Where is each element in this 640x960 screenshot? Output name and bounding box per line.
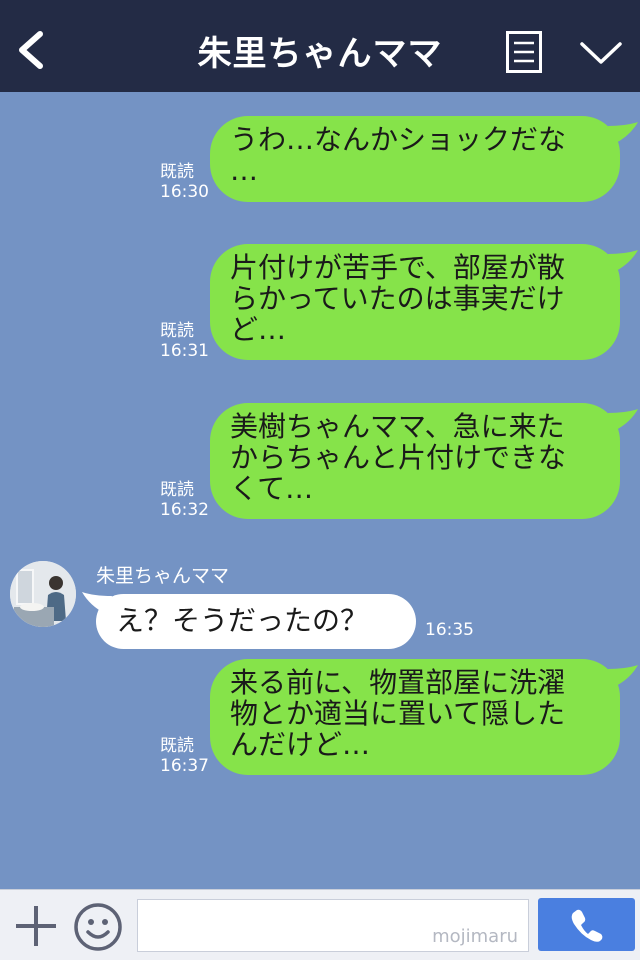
- message-meta: 既読 16:30: [160, 162, 209, 202]
- chevron-down-icon[interactable]: [579, 38, 623, 68]
- message-line: んだけど…: [230, 728, 371, 761]
- message-line: …: [230, 154, 258, 187]
- message-time: 16:35: [425, 620, 474, 640]
- message-meta: 既読 16:31: [160, 321, 209, 361]
- message-line: 来る前に、物置部屋に洗濯: [230, 666, 566, 699]
- message-line: うわ…なんかショックだな: [230, 123, 567, 156]
- message-meta: 既読 16:37: [160, 736, 209, 776]
- message-time: 16:32: [160, 500, 209, 520]
- message-line: 片付けが苦手で、部屋が散: [230, 251, 565, 284]
- message-line: 美樹ちゃんママ、急に来た: [230, 410, 565, 443]
- bubble-tail: [608, 409, 638, 431]
- chat-area[interactable]: 既読 16:30 うわ…なんかショックだな … 既読 16:31 片付けが苦手で…: [0, 92, 640, 889]
- plus-icon[interactable]: [14, 904, 58, 948]
- message-line: らかっていたのは事実だけ: [230, 282, 565, 315]
- call-button[interactable]: [538, 898, 635, 951]
- avatar-photo-icon: [10, 561, 76, 627]
- bubble-tail: [608, 250, 638, 272]
- read-receipt: 既読: [160, 321, 194, 341]
- input-bar: mojimaru: [0, 889, 640, 960]
- outgoing-message[interactable]: うわ…なんかショックだな …: [210, 116, 620, 202]
- chat-header: 朱里ちゃんママ: [0, 0, 640, 92]
- message-time: 16:31: [160, 341, 209, 361]
- message-time: 16:30: [160, 182, 209, 202]
- avatar[interactable]: [10, 561, 76, 627]
- outgoing-message[interactable]: 美樹ちゃんママ、急に来た からちゃんと片付けできな くて…: [210, 403, 620, 519]
- read-receipt: 既読: [160, 162, 194, 182]
- message-meta: 既読 16:32: [160, 480, 209, 520]
- watermark-text: mojimaru: [432, 926, 518, 947]
- message-line: ど…: [230, 313, 287, 346]
- chat-title: 朱里ちゃんママ: [197, 34, 443, 74]
- read-receipt: 既読: [160, 736, 194, 756]
- outgoing-message[interactable]: 来る前に、物置部屋に洗濯 物とか適当に置いて隠した んだけど…: [210, 659, 620, 775]
- message-line: 物とか適当に置いて隠した: [230, 697, 566, 730]
- message-text: え？そうだったの？: [116, 604, 369, 637]
- list-icon[interactable]: [506, 31, 542, 73]
- sender-name: 朱里ちゃんママ: [96, 565, 230, 587]
- incoming-message[interactable]: え？そうだったの？: [96, 594, 416, 649]
- message-time: 16:37: [160, 756, 209, 776]
- bubble-tail: [608, 665, 638, 687]
- message-input[interactable]: mojimaru: [137, 899, 529, 952]
- message-line: からちゃんと片付けできな: [230, 441, 567, 474]
- read-receipt: 既読: [160, 480, 194, 500]
- message-line: くて…: [230, 472, 314, 505]
- bubble-tail: [608, 122, 638, 144]
- smile-icon[interactable]: [72, 901, 124, 953]
- outgoing-message[interactable]: 片付けが苦手で、部屋が散 らかっていたのは事実だけ ど…: [210, 244, 620, 360]
- phone-icon: [571, 909, 603, 942]
